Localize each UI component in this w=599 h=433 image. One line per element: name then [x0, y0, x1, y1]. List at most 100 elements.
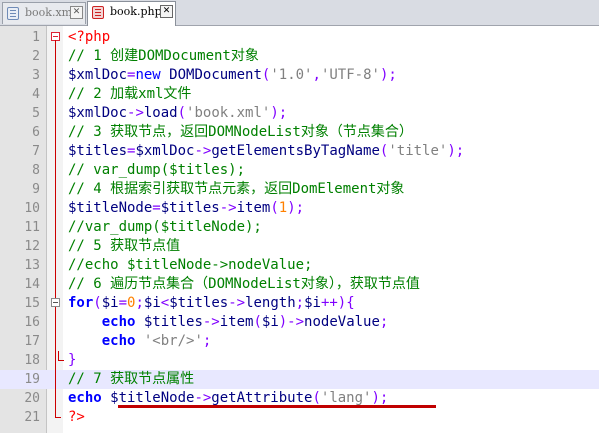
code-token: 1 — [278, 200, 288, 216]
code-token: length — [245, 295, 296, 311]
code-token: } — [68, 352, 77, 368]
code-token: ); — [371, 390, 389, 406]
code-line[interactable]: 19 // 7 获取节点属性 — [0, 370, 599, 389]
code-line[interactable]: 6 // 3 获取节点，返回DOMNodeList对象（节点集合） — [0, 123, 599, 142]
code-token: ( — [270, 200, 279, 216]
line-number: 14 — [24, 277, 40, 292]
code-token: ( — [253, 314, 262, 330]
code-token: -> — [127, 105, 144, 121]
code-token: //var_dump($titleNode); — [68, 219, 262, 235]
code-line[interactable]: 10 $titleNode=$titles->item(1); — [0, 199, 599, 218]
code-text: //echo $titleNode->nodeValue; — [68, 256, 312, 275]
fold-line — [55, 199, 56, 218]
code-token: ); — [447, 143, 465, 159]
fold-line — [55, 237, 56, 256]
code-line[interactable]: 17 echo '<br/>'; — [0, 332, 599, 351]
code-text: $xmlDoc->load('book.xml'); — [68, 104, 287, 123]
code-token: // 2 加载xml文件 — [68, 86, 192, 102]
line-number: 16 — [24, 315, 40, 330]
code-line[interactable]: 2 // 1 创建DOMDocument对象 — [0, 47, 599, 66]
code-token: ; — [135, 295, 144, 311]
code-text: // 6 遍历节点集合（DOMNodeList对象），获取节点值 — [68, 275, 420, 294]
code-token: $titles — [68, 143, 128, 159]
code-text: // 4 根据索引获取节点元素，返回DomElement对象 — [68, 180, 404, 199]
code-token: $i — [261, 314, 279, 330]
code-line[interactable]: 15 for($i=0;$i<$titles->length;$i++){ — [0, 294, 599, 313]
code-token: '1.0' — [270, 67, 313, 83]
line-number: 6 — [32, 125, 40, 140]
tab-book-php[interactable]: book.php ✕ — [87, 1, 176, 26]
code-text: //var_dump($titleNode); — [68, 218, 262, 237]
tab-book-xml[interactable]: book.xml ✕ — [2, 2, 86, 24]
line-number: 9 — [32, 182, 40, 197]
code-line[interactable]: 4 // 2 加载xml文件 — [0, 85, 599, 104]
fold-line — [55, 66, 56, 85]
code-token: // 5 获取节点值 — [68, 238, 181, 254]
code-line[interactable]: 9 // 4 根据索引获取节点元素，返回DomElement对象 — [0, 180, 599, 199]
line-number: 5 — [32, 106, 40, 121]
code-token: <?php — [68, 29, 111, 45]
code-line[interactable]: 14 // 6 遍历节点集合（DOMNodeList对象），获取节点值 — [0, 275, 599, 294]
fold-line — [55, 142, 56, 161]
fold-line — [55, 256, 56, 275]
line-number: 15 — [24, 296, 40, 311]
line-number: 2 — [32, 49, 40, 64]
code-token: $xmlDoc — [68, 105, 128, 121]
code-line[interactable]: 5 $xmlDoc->load('book.xml'); — [0, 104, 599, 123]
line-number: 13 — [24, 258, 40, 273]
code-line[interactable]: 18} — [0, 351, 599, 370]
code-token: item — [236, 200, 271, 216]
code-line[interactable]: 21 ?> — [0, 408, 599, 427]
code-line[interactable]: 1 <?php — [0, 28, 599, 47]
fold-line — [55, 40, 56, 47]
code-line[interactable]: 7 $titles=$xmlDoc->getElementsByTagName('… — [0, 142, 599, 161]
code-token: getElementsByTagName — [211, 143, 380, 159]
line-number: 18 — [24, 353, 40, 368]
code-text: <?php — [68, 28, 110, 47]
code-token: = — [118, 295, 128, 311]
code-token: -> — [202, 314, 220, 330]
line-number: 10 — [24, 201, 40, 216]
code-text: // 1 创建DOMDocument对象 — [68, 47, 259, 66]
code-token: // 7 获取节点属性 — [68, 371, 195, 387]
code-text: // var_dump($titles); — [68, 161, 245, 180]
code-token: // 4 根据索引获取节点元素，返回DomElement对象 — [68, 181, 405, 197]
code-text: // 7 获取节点属性 — [68, 370, 194, 389]
code-line[interactable]: 16 echo $titles->item($i)->nodeValue; — [0, 313, 599, 332]
line-number: 12 — [24, 239, 40, 254]
code-token: $titles — [135, 314, 203, 330]
tab-bar: book.xml ✕ book.php ✕ — [0, 0, 599, 26]
close-tab-icon[interactable]: ✕ — [160, 5, 173, 18]
code-text: echo $titles->item($i)->nodeValue; — [68, 313, 389, 332]
code-line[interactable]: 13 //echo $titleNode->nodeValue; — [0, 256, 599, 275]
code-text: // 5 获取节点值 — [68, 237, 180, 256]
fold-line — [55, 332, 56, 351]
code-line[interactable]: 11 //var_dump($titleNode); — [0, 218, 599, 237]
fold-line — [55, 389, 56, 408]
code-token: -> — [228, 295, 246, 311]
code-token: //echo $titleNode->nodeValue; — [68, 257, 313, 273]
close-tab-icon[interactable]: ✕ — [70, 6, 83, 19]
code-token: load — [143, 105, 178, 121]
code-token: -> — [219, 200, 237, 216]
line-number: 17 — [24, 334, 40, 349]
code-text: $xmlDoc=new DOMDocument('1.0','UTF-8'); — [68, 66, 397, 85]
code-line[interactable]: 12 // 5 获取节点值 — [0, 237, 599, 256]
code-token: ( — [177, 105, 187, 121]
code-line[interactable]: 3 $xmlDoc=new DOMDocument('1.0','UTF-8'); — [0, 66, 599, 85]
code-token: getAttribute — [211, 390, 313, 406]
code-token: -> — [194, 390, 212, 406]
code-token: $i — [143, 295, 161, 311]
fold-line — [55, 123, 56, 142]
php-file-icon — [92, 6, 104, 19]
code-token: // 6 遍历节点集合（DOMNodeList对象），获取节点值 — [68, 276, 420, 292]
code-token: )-> — [278, 314, 305, 330]
line-number: 1 — [32, 30, 40, 45]
line-number: 4 — [32, 87, 40, 102]
code-text: // 3 获取节点，返回DOMNodeList对象（节点集合） — [68, 123, 413, 142]
fold-toggle-icon[interactable] — [51, 298, 60, 307]
code-line[interactable]: 8 // var_dump($titles); — [0, 161, 599, 180]
code-text: echo '<br/>'; — [68, 332, 212, 351]
